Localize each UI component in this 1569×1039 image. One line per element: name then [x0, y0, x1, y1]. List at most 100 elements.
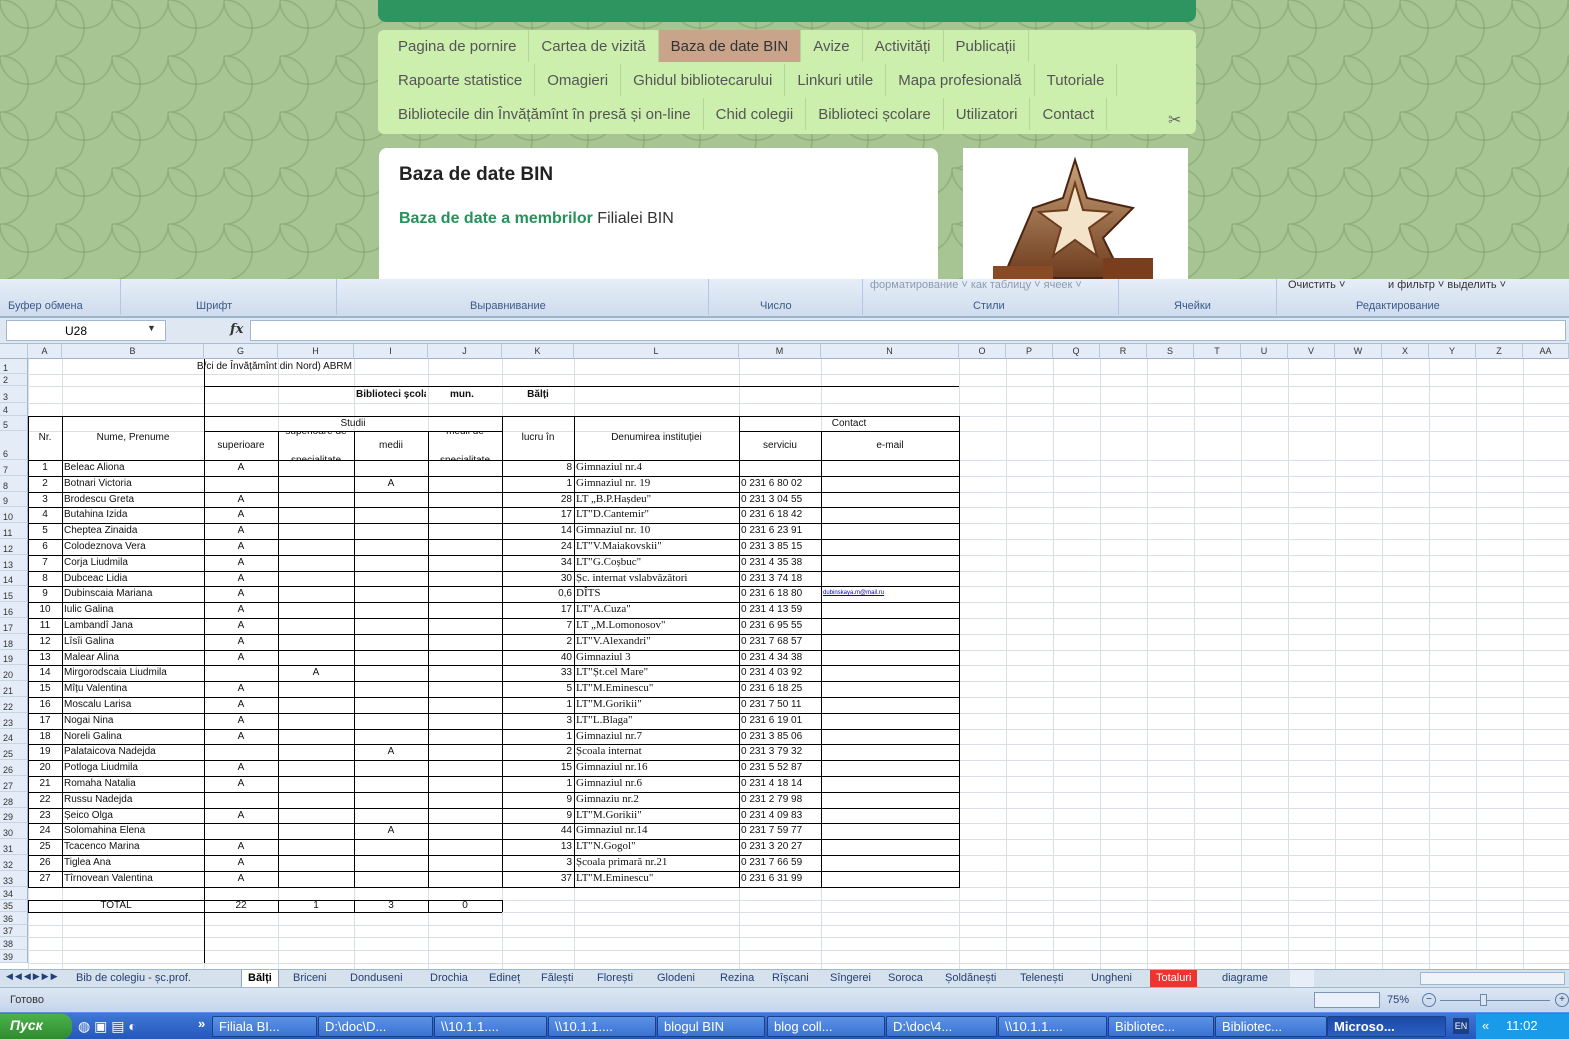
cell-medii-spec[interactable]: [430, 539, 500, 555]
row-header[interactable]: 33: [0, 870, 28, 887]
cell-serviciu[interactable]: 0 231 6 80 02: [741, 476, 819, 492]
cell-nr[interactable]: 21: [30, 776, 60, 792]
header-superioare-spec[interactable]: superioare de specialitate: [280, 431, 352, 460]
column-header[interactable]: J: [428, 344, 502, 359]
column-header[interactable]: X: [1382, 344, 1429, 359]
nav-link[interactable]: Linkuri utile: [785, 64, 887, 96]
cell-name[interactable]: Colodeznova Vera: [64, 539, 202, 555]
ribbon-filter-text[interactable]: и фильтр ˅ выделить ˅: [1388, 279, 1506, 291]
cell-serviciu[interactable]: 0 231 4 34 38: [741, 650, 819, 666]
cell-name[interactable]: Botnari Victoria: [64, 476, 202, 492]
cell-medii-spec[interactable]: [430, 507, 500, 523]
cell-nr[interactable]: 10: [30, 602, 60, 618]
cell-medii-spec[interactable]: [430, 586, 500, 602]
column-header[interactable]: P: [1006, 344, 1053, 359]
cell-serviciu[interactable]: 0 231 4 03 92: [741, 665, 819, 681]
cell-nr[interactable]: 1: [30, 460, 60, 476]
cell-serviciu[interactable]: 0 231 2 79 98: [741, 792, 819, 808]
cell-medii[interactable]: [356, 460, 426, 476]
row-header[interactable]: 6: [0, 431, 28, 460]
cell-superioare[interactable]: A: [206, 697, 276, 713]
cell-serviciu[interactable]: 0 231 3 74 18: [741, 571, 819, 587]
cell-medii[interactable]: A: [356, 476, 426, 492]
row-header[interactable]: 20: [0, 665, 28, 682]
cell-medii[interactable]: [356, 729, 426, 745]
cell-name[interactable]: Potloga Liudmila: [64, 760, 202, 776]
row-header[interactable]: 1: [0, 359, 28, 374]
spreadsheet-grid[interactable]: A B G H I J K L M N O P Q R S T U V W X Y Z AA 1 2 3 4 5 6 7 8 9 10 11 12…: [0, 344, 1569, 969]
cell-name[interactable]: Moscalu Larisa: [64, 697, 202, 713]
sheet-subtitle[interactable]: Biblioteci școlare: [356, 386, 426, 403]
column-header[interactable]: AA: [1523, 344, 1569, 359]
cell-nr[interactable]: 2: [30, 476, 60, 492]
horizontal-scrollbar[interactable]: [1420, 972, 1565, 985]
cell-email[interactable]: dubinskaya.m@mail.ru: [823, 586, 957, 602]
cell-vechime[interactable]: 15: [504, 760, 572, 776]
cell-name[interactable]: Beleac Aliona: [64, 460, 202, 476]
column-header[interactable]: H: [278, 344, 354, 359]
cell-superioare[interactable]: [206, 476, 276, 492]
cell-medii-spec[interactable]: [430, 792, 500, 808]
nav-link[interactable]: Contact: [1030, 98, 1108, 130]
cell-superioare-spec[interactable]: [280, 492, 352, 508]
cell-vechime[interactable]: 17: [504, 602, 572, 618]
cell-nr[interactable]: 13: [30, 650, 60, 666]
cell-superioare-spec[interactable]: [280, 571, 352, 587]
cell-superioare-spec[interactable]: [280, 618, 352, 634]
cell-superioare-spec[interactable]: [280, 523, 352, 539]
sheet-tab[interactable]: Donduseni: [344, 970, 409, 987]
column-header[interactable]: A: [28, 344, 62, 359]
cell-medii-spec[interactable]: [430, 776, 500, 792]
ribbon-clear-text[interactable]: Очистить ˅: [1288, 279, 1345, 291]
cell-medii[interactable]: [356, 539, 426, 555]
row-header[interactable]: 18: [0, 633, 28, 650]
cell-institutie[interactable]: LT"V.Maiakovskii": [576, 539, 737, 555]
function-icon[interactable]: fx: [230, 322, 243, 337]
ribbon-styles-text[interactable]: форматирование ˅ как таблицу ˅ ячеек ˅: [870, 279, 1082, 291]
row-header[interactable]: 8: [0, 475, 28, 492]
total-value[interactable]: 22: [206, 900, 276, 913]
nav-link[interactable]: Mapa profesională: [886, 64, 1035, 96]
column-header[interactable]: V: [1288, 344, 1335, 359]
cell-institutie[interactable]: LT „M.Lomonosov": [576, 618, 737, 634]
cell-email[interactable]: [823, 492, 957, 508]
cell-name[interactable]: Iulic Galina: [64, 602, 202, 618]
cell-superioare[interactable]: [206, 665, 276, 681]
nav-link[interactable]: Bibliotecile din Învățămînt în presă și …: [386, 98, 704, 130]
cell-superioare-spec[interactable]: [280, 713, 352, 729]
cell-institutie[interactable]: Gimnaziul nr.6: [576, 776, 737, 792]
cell-serviciu[interactable]: 0 231 4 09 83: [741, 808, 819, 824]
cell-medii[interactable]: [356, 523, 426, 539]
cell-vechime[interactable]: 5: [504, 681, 572, 697]
cell-superioare[interactable]: A: [206, 839, 276, 855]
cell-vechime[interactable]: 30: [504, 571, 572, 587]
cell-name[interactable]: Șeico Olga: [64, 808, 202, 824]
header-nr[interactable]: Nr.: [30, 416, 60, 460]
sheet-tab[interactable]: Sîngerei: [824, 970, 877, 987]
row-header[interactable]: 4: [0, 403, 28, 416]
cell-institutie[interactable]: Șc. internat vslabvăzători: [576, 571, 737, 587]
cell-serviciu[interactable]: 0 231 7 68 57: [741, 634, 819, 650]
cell-institutie[interactable]: Gimnaziul nr.7: [576, 729, 737, 745]
zoom-level[interactable]: 75%: [1387, 994, 1409, 1006]
column-header[interactable]: M: [739, 344, 821, 359]
cell-institutie[interactable]: LT"L.Blaga": [576, 713, 737, 729]
cell-nr[interactable]: 4: [30, 507, 60, 523]
row-header[interactable]: 7: [0, 460, 28, 476]
cell-vechime[interactable]: 17: [504, 507, 572, 523]
cell-serviciu[interactable]: 0 231 4 13 59: [741, 602, 819, 618]
cell-medii[interactable]: [356, 808, 426, 824]
cell-institutie[interactable]: Gimnaziul nr. 10: [576, 523, 737, 539]
cell-vechime[interactable]: 7: [504, 618, 572, 634]
total-value[interactable]: 1: [280, 900, 352, 913]
cell-institutie[interactable]: LT"V.Alexandri": [576, 634, 737, 650]
cell-medii-spec[interactable]: [430, 855, 500, 871]
cell-superioare-spec[interactable]: [280, 634, 352, 650]
cell-vechime[interactable]: 0,6: [504, 586, 572, 602]
sheet-tab[interactable]: Glodeni: [651, 970, 701, 987]
nav-link[interactable]: Activități: [863, 30, 944, 62]
column-header[interactable]: K: [502, 344, 574, 359]
cell-institutie[interactable]: DÎTS: [576, 586, 737, 602]
cell-nr[interactable]: 25: [30, 839, 60, 855]
header-email[interactable]: e-mail: [823, 431, 957, 460]
